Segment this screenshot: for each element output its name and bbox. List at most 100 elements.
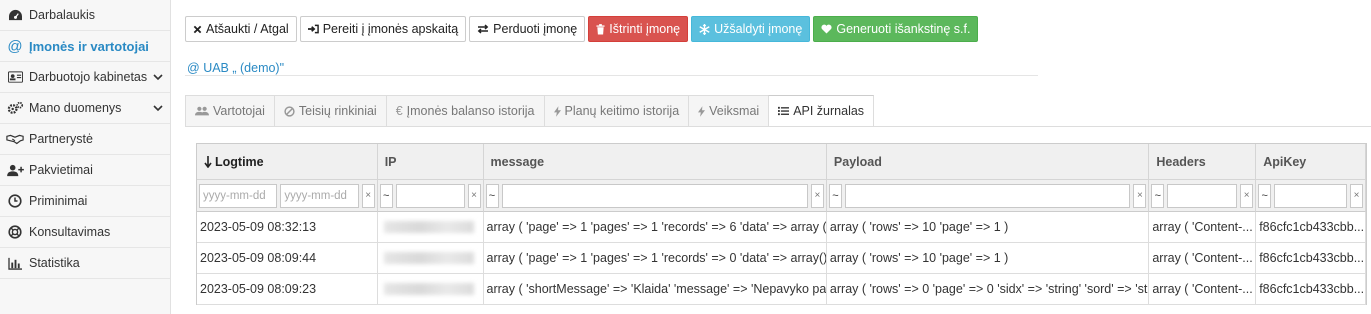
sidebar-item-my-data[interactable]: Mano duomenys bbox=[0, 93, 170, 124]
tab-plan-history[interactable]: Planų keitimo istorija bbox=[543, 95, 689, 127]
column-header-label: IP bbox=[384, 154, 397, 169]
at-icon: @ bbox=[187, 61, 200, 75]
cancel-button[interactable]: Atšaukti / Atgal bbox=[185, 16, 297, 42]
tab-label: API žurnalas bbox=[793, 104, 865, 118]
clear-filter-button[interactable]: × bbox=[810, 183, 824, 208]
sidebar-item-label: Darbalaukis bbox=[29, 8, 96, 22]
company-name: UAB „ (demo)" bbox=[203, 61, 285, 75]
filter-apikey: ~ × bbox=[1256, 180, 1366, 212]
column-header-apikey[interactable]: ApiKey bbox=[1256, 144, 1366, 180]
sidebar-item-label: Mano duomenys bbox=[29, 101, 122, 115]
column-header-headers[interactable]: Headers bbox=[1149, 144, 1257, 180]
tab-api-log[interactable]: API žurnalas bbox=[768, 95, 875, 127]
sidebar-item-label: Įmonės ir vartotojai bbox=[29, 38, 149, 54]
tab-actions[interactable]: Veiksmai bbox=[688, 95, 769, 127]
clear-filter-button[interactable]: × bbox=[361, 183, 375, 208]
generate-invoice-label: Generuoti išankstinę s.f. bbox=[836, 22, 971, 36]
snowflake-icon bbox=[699, 23, 710, 35]
column-header-logtime[interactable]: Logtime bbox=[197, 144, 378, 180]
cell-logtime: 2023-05-09 08:32:13 bbox=[197, 212, 378, 243]
filter-operator[interactable]: ~ bbox=[379, 183, 393, 208]
filter-operator[interactable]: ~ bbox=[1258, 183, 1272, 208]
freeze-company-label: Užšaldyti įmonę bbox=[714, 22, 803, 36]
tab-permission-sets[interactable]: Teisių rinkiniai bbox=[273, 95, 386, 127]
delete-company-button[interactable]: Ištrinti įmonę bbox=[588, 16, 689, 42]
cell-apikey: f86cfc1cb433cbb... bbox=[1256, 212, 1366, 243]
tab-balance-history[interactable]: € Įmonės balanso istorija bbox=[385, 95, 544, 127]
clear-filter-button[interactable]: × bbox=[1240, 183, 1254, 208]
cell-payload: array ( 'rows' => 10 'page' => 1 ) bbox=[826, 243, 1150, 274]
clear-filter-button[interactable]: × bbox=[1133, 183, 1147, 208]
column-header-label: message bbox=[490, 154, 545, 169]
filter-input[interactable] bbox=[1167, 183, 1238, 208]
tab-label: Vartotojai bbox=[213, 104, 265, 118]
sidebar-item-label: Statistika bbox=[29, 256, 80, 270]
date-from-input[interactable]: yyyy-mm-dd bbox=[199, 183, 278, 208]
delete-company-label: Ištrinti įmonę bbox=[609, 22, 681, 36]
column-header-ip[interactable]: IP bbox=[377, 144, 484, 180]
chevron-down-icon bbox=[153, 105, 163, 112]
column-header-label: Payload bbox=[833, 154, 882, 169]
ban-icon bbox=[284, 105, 295, 117]
cell-apikey: f86cfc1cb433cbb... bbox=[1256, 243, 1366, 274]
cell-message: array ( 'shortMessage' => 'Klaida' 'mess… bbox=[483, 274, 827, 305]
filter-operator[interactable]: ~ bbox=[485, 183, 499, 208]
column-header-message[interactable]: message bbox=[483, 144, 827, 180]
cell-headers: array ( 'Content-... bbox=[1149, 212, 1257, 243]
bolt-icon bbox=[698, 105, 706, 117]
goto-accounting-button[interactable]: Pereiti į įmonės apskaitą bbox=[299, 16, 467, 42]
trash-icon bbox=[596, 23, 605, 35]
date-to-input[interactable]: yyyy-mm-dd bbox=[280, 183, 359, 208]
tab-label: Teisių rinkiniai bbox=[298, 104, 377, 118]
sidebar-item-reminders[interactable]: Priminimai bbox=[0, 186, 170, 217]
dashboard-icon bbox=[6, 7, 24, 23]
tabs: Vartotojai Teisių rinkiniai € Įmonės bal… bbox=[185, 95, 875, 127]
users-icon bbox=[195, 106, 209, 116]
clear-filter-button[interactable]: × bbox=[467, 183, 481, 208]
cell-message: array ( 'page' => 1 'pages' => 1 'record… bbox=[483, 212, 827, 243]
tab-users[interactable]: Vartotojai bbox=[185, 95, 274, 127]
filter-operator[interactable]: ~ bbox=[1151, 183, 1165, 208]
euro-icon: € bbox=[395, 104, 403, 118]
at-icon: @ bbox=[7, 37, 23, 55]
table-row[interactable]: 2023-05-09 08:09:23 array ( 'shortMessag… bbox=[197, 274, 1366, 305]
api-log-grid: Logtime IP message Payload Headers ApiKe… bbox=[196, 143, 1367, 305]
filter-input[interactable] bbox=[501, 183, 808, 208]
cell-message: array ( 'page' => 1 'pages' => 1 'record… bbox=[483, 243, 827, 274]
filter-input[interactable] bbox=[844, 183, 1131, 208]
column-header-payload[interactable]: Payload bbox=[826, 144, 1150, 180]
cogs-icon bbox=[6, 100, 24, 116]
table-row[interactable]: 2023-05-09 08:09:44 array ( 'page' => 1 … bbox=[197, 243, 1366, 274]
sidebar-item-employee-cabinet[interactable]: Darbuotojo kabinetas bbox=[0, 62, 170, 93]
tab-label: Įmonės balanso istorija bbox=[406, 104, 535, 118]
sidebar-item-label: Partnerystė bbox=[29, 132, 93, 146]
table-row[interactable]: 2023-05-09 08:32:13 array ( 'page' => 1 … bbox=[197, 212, 1366, 243]
sidebar-item-consulting[interactable]: Konsultavimas bbox=[0, 217, 170, 248]
sort-desc-icon bbox=[204, 155, 212, 168]
filter-input[interactable] bbox=[395, 183, 465, 208]
divider bbox=[185, 75, 1038, 76]
cell-headers: array ( 'Content-... bbox=[1149, 243, 1257, 274]
cell-headers: array ( 'Content-... bbox=[1149, 274, 1257, 305]
filter-operator[interactable]: ~ bbox=[828, 183, 842, 208]
user-plus-icon bbox=[6, 162, 24, 178]
bolt-icon bbox=[553, 105, 561, 117]
filter-message: ~ × bbox=[483, 180, 827, 212]
sidebar-item-companies-users[interactable]: @ Įmonės ir vartotojai bbox=[0, 31, 170, 62]
sidebar-item-dashboard[interactable]: Darbalaukis bbox=[0, 0, 170, 31]
transfer-company-label: Perduoti įmonę bbox=[493, 22, 578, 36]
transfer-company-button[interactable]: Perduoti įmonę bbox=[469, 16, 586, 42]
sidebar-item-label: Konsultavimas bbox=[29, 225, 111, 239]
generate-invoice-button[interactable]: Generuoti išankstinę s.f. bbox=[813, 16, 979, 42]
sidebar-item-partnership[interactable]: Partnerystė bbox=[0, 124, 170, 155]
filter-input[interactable] bbox=[1274, 183, 1347, 208]
sidebar-item-statistics[interactable]: Statistika bbox=[0, 248, 170, 279]
cell-ip bbox=[377, 243, 484, 274]
sidebar-item-invitations[interactable]: Pakvietimai bbox=[0, 155, 170, 186]
filter-ip: ~ × bbox=[377, 180, 484, 212]
clear-filter-button[interactable]: × bbox=[1350, 183, 1363, 208]
freeze-company-button[interactable]: Užšaldyti įmonę bbox=[691, 16, 811, 42]
id-card-icon bbox=[6, 69, 24, 85]
company-link[interactable]: @ UAB „ (demo)" bbox=[187, 61, 284, 75]
bar-chart-icon bbox=[6, 255, 24, 271]
